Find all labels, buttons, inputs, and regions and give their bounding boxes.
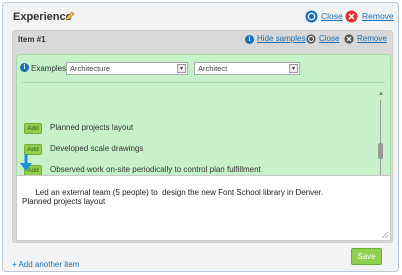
item-close-link[interactable]: Close <box>319 34 339 43</box>
info-icon: i <box>20 63 29 72</box>
save-button[interactable]: Save <box>351 248 382 265</box>
remove-x-icon[interactable] <box>344 34 354 44</box>
role-select-value: Architect <box>198 64 228 73</box>
item-panel: Item #1 i Hide samples Close Remove i Ex… <box>12 30 393 243</box>
item-title: Item #1 <box>18 35 46 44</box>
scroll-up-icon[interactable]: ▲ <box>377 90 385 98</box>
sample-text: Developed scale drawings <box>50 144 144 153</box>
close-circle-icon[interactable] <box>306 34 316 44</box>
add-sample-button[interactable]: Add <box>24 123 42 134</box>
pencil-icon[interactable] <box>65 11 75 21</box>
section-title: Experience <box>13 11 72 23</box>
sample-text: Planned projects layout <box>50 123 134 132</box>
industry-select[interactable]: Architecture ▼ <box>66 62 188 75</box>
section-close-link[interactable]: Close <box>321 11 343 21</box>
divider <box>22 82 385 83</box>
item-header: Item #1 i Hide samples Close Remove <box>13 31 392 48</box>
info-icon: i <box>245 35 254 44</box>
scroll-track[interactable] <box>380 100 381 178</box>
hide-samples-link[interactable]: Hide samples <box>257 34 305 43</box>
resize-handle-icon[interactable] <box>382 232 388 238</box>
role-select[interactable]: Architect ▼ <box>194 62 300 75</box>
chevron-down-icon: ▼ <box>177 64 186 73</box>
examples-label: Examples: <box>31 64 69 73</box>
scroll-thumb[interactable] <box>378 143 383 159</box>
arrow-down-icon <box>20 154 32 171</box>
section-header: Experience Close Remove <box>9 8 395 26</box>
item-remove-link[interactable]: Remove <box>357 34 387 43</box>
sample-text: Observed work on-site periodically to co… <box>50 165 261 174</box>
remove-x-icon[interactable] <box>345 10 358 23</box>
experience-text: Led an external team (5 people) to desig… <box>22 188 324 206</box>
samples-panel: i Examples: Architecture ▼ Architect ▼ A… <box>16 54 391 194</box>
section-remove-link[interactable]: Remove <box>362 11 394 21</box>
industry-select-value: Architecture <box>70 64 111 73</box>
close-circle-icon[interactable] <box>305 10 318 23</box>
chevron-down-icon: ▼ <box>289 64 298 73</box>
experience-section: Experience Close Remove Item #1 i Hide s… <box>2 2 399 272</box>
experience-textarea[interactable]: Led an external team (5 people) to desig… <box>16 175 391 241</box>
add-another-item-link[interactable]: + Add another item <box>12 260 79 269</box>
